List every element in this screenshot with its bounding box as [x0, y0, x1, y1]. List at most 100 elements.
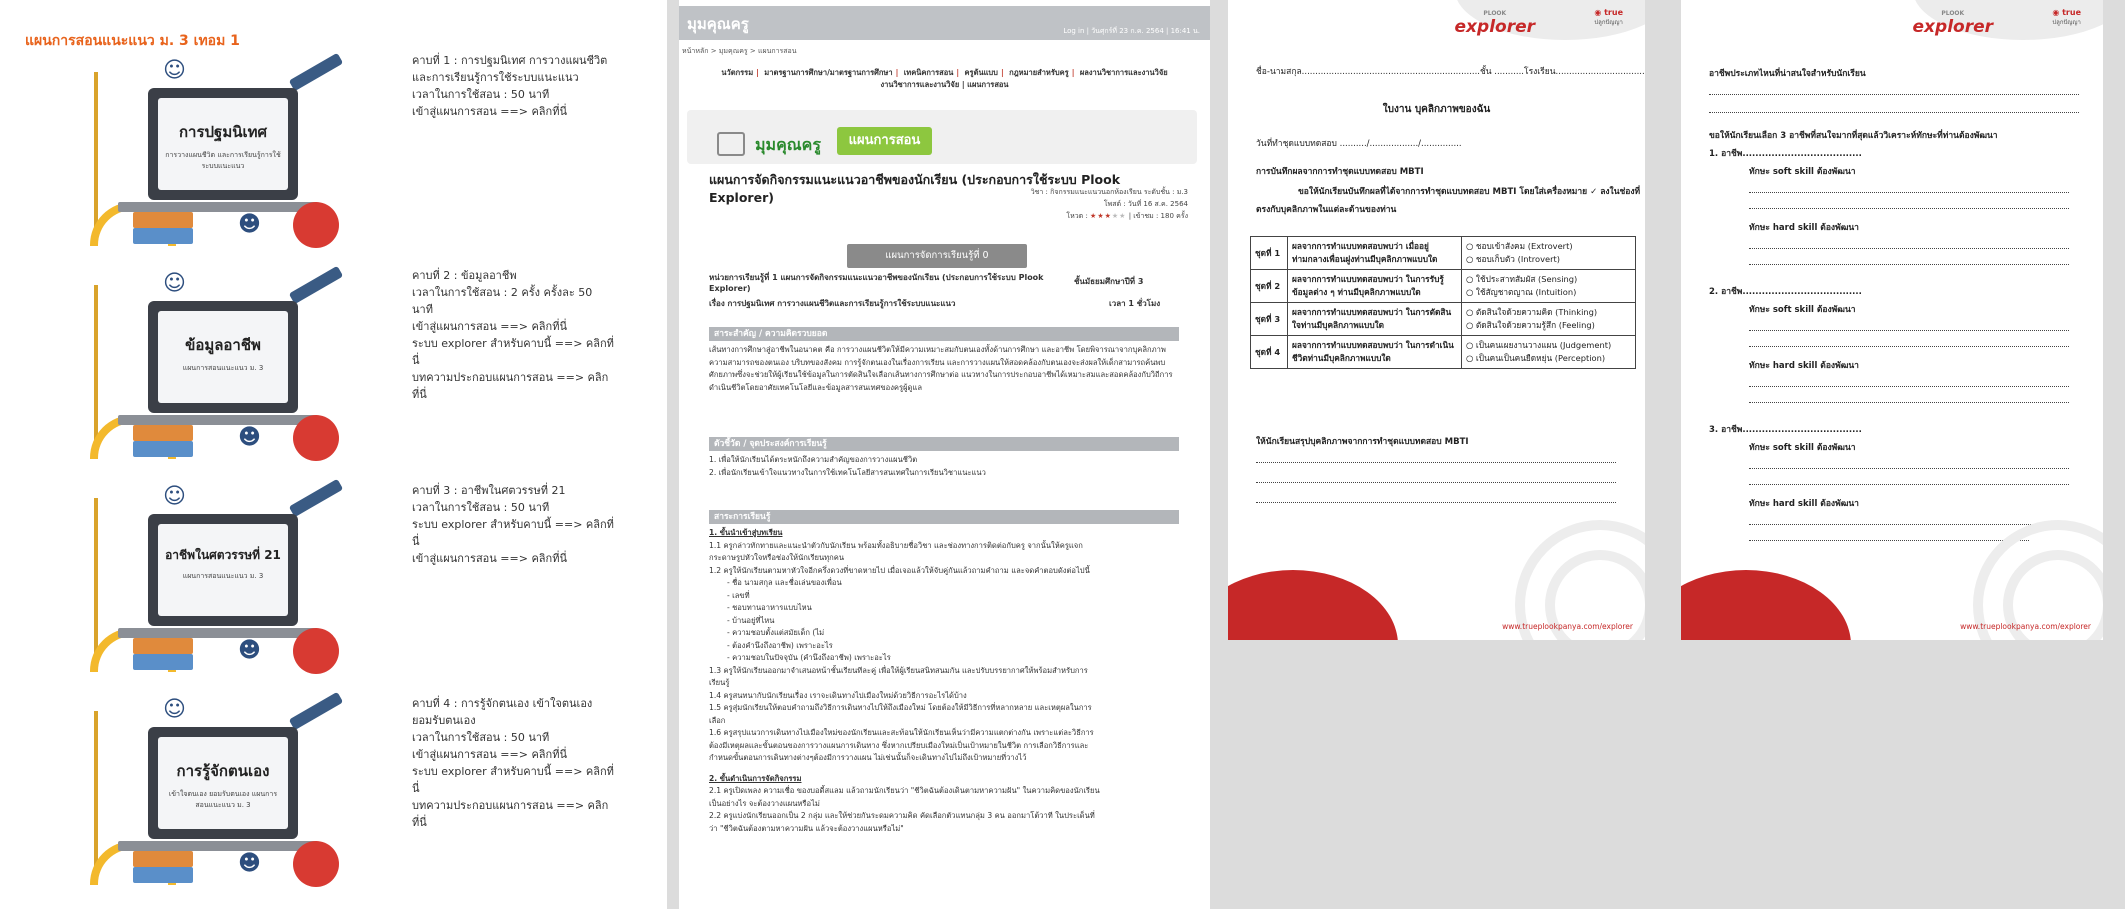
lesson-plan-link[interactable]: เข้าสู่แผนการสอน ==> คลิกที่นี่: [412, 103, 652, 120]
answer-line[interactable]: [1749, 484, 2069, 485]
apple-icon: [293, 202, 339, 248]
step-line: 1.6 ครูสรุปแนวการเดินทางไปเมืองใหม่ของนั…: [709, 728, 1094, 737]
answer-line[interactable]: [1749, 248, 2069, 249]
question-cell: ผลจากการทำแบบทดสอบพบว่า ในการตัดสินใจท่า…: [1287, 302, 1462, 336]
step-line: เป็นอย่างไร จะต้องวางแผนหรือไม่: [709, 798, 820, 808]
answer-line[interactable]: [1749, 346, 2069, 347]
apple-icon: [293, 415, 339, 461]
option-a[interactable]: ○ ตัดสินใจด้วยความคิด (Thinking): [1466, 306, 1631, 319]
step-line: - ต้องคำนึงถึงอาชีพ) เพราะอะไร: [727, 640, 833, 650]
answer-line[interactable]: [1256, 482, 1616, 483]
explorer-link[interactable]: ระบบ explorer สำหรับคาบนี้ ==> คลิกที่: [412, 335, 652, 352]
star-icon[interactable]: ★: [1105, 212, 1112, 220]
lesson-plan-link[interactable]: เข้าสู่แผนการสอน ==> คลิกที่นี่: [412, 550, 652, 567]
reading-student-icon: ☻: [238, 425, 261, 450]
cover-subtitle: การวางแผนชีวิต และการเรียนรู้การใช้ระบบแ…: [165, 151, 281, 170]
answer-line[interactable]: [1709, 94, 2079, 95]
table-row: ชุดที่ 1 ผลจากการทำแบบทดสอบพบว่า เมื่ออย…: [1250, 236, 1636, 270]
concept-text: เส้นทางการศึกษาสู่อาชีพในอนาคต คือ การวา…: [709, 345, 1173, 392]
true-logo-icon: ◉: [2052, 8, 2060, 17]
explorer-link-cont[interactable]: นี่: [412, 352, 652, 369]
answer-line[interactable]: [1749, 208, 2069, 209]
mbti-result-table: ชุดที่ 1 ผลจากการทำแบบทดสอบพบว่า เมื่ออย…: [1250, 236, 1636, 369]
footer-url[interactable]: www.trueplookpanya.com/explorer: [1960, 622, 2091, 631]
lesson-plan-link[interactable]: เข้าสู่แผนการสอน ==> คลิกที่นี่: [412, 318, 652, 335]
lesson-title: คาบที่ 1 : การปฐมนิเทศ การวางแผนชีวิต: [412, 54, 608, 67]
nav-item[interactable]: มาตรฐานการศึกษา/มาตรฐานการศึกษา: [764, 68, 892, 77]
cover-title: อาชีพในศตวรรษที่ 21: [165, 548, 281, 562]
nav-item[interactable]: นวัตกรรม: [721, 68, 753, 77]
answer-line[interactable]: [1749, 330, 2069, 331]
nav-item[interactable]: งานวิชาการและงานวิจัย | แผนการสอน: [880, 80, 1008, 89]
lesson-cover-image[interactable]: ☺ การรู้จักตนเอง เข้าใจตนเอง ยอมรับตนเอง…: [88, 691, 348, 896]
lesson-info: คาบที่ 4 : การรู้จักตนเอง เข้าใจตนเอง ยอ…: [412, 695, 652, 831]
cover-subtitle: เข้าใจตนเอง ยอมรับตนเอง แผนการสอนแนะแนว …: [168, 790, 278, 809]
option-b[interactable]: ○ ตัดสินใจด้วยความรู้สึก (Feeling): [1466, 319, 1631, 332]
answer-line[interactable]: [1749, 192, 2069, 193]
breadcrumb[interactable]: หน้าหลัก > มุมคุณครู > แผนการสอน: [682, 46, 797, 57]
lesson-title: คาบที่ 2 : ข้อมูลอาชีพ: [412, 269, 517, 282]
star-icon[interactable]: ★: [1097, 212, 1104, 220]
nav-item[interactable]: เทคนิคการสอน: [904, 68, 954, 77]
answer-line[interactable]: [1749, 468, 2069, 469]
header-login-date[interactable]: Log in | วันศุกร์ที่ 23 ก.ค. 2564 | 16:4…: [1063, 26, 1200, 37]
lesson-plan-webpage: มุมคุณครู Log in | วันศุกร์ที่ 23 ก.ค. 2…: [679, 0, 1210, 909]
answer-line[interactable]: [1256, 502, 1616, 503]
answer-line[interactable]: [1256, 462, 1616, 463]
lesson-number-button[interactable]: แผนการจัดการเรียนรู้ที่ 0: [847, 244, 1027, 268]
lesson-title: คาบที่ 4 : การรู้จักตนเอง เข้าใจตนเอง: [412, 697, 593, 710]
lesson-card: ☺ การปฐมนิเทศ การวางแผนชีวิต และการเรียน…: [0, 52, 667, 262]
article-link[interactable]: บทความประกอบแผนการสอน ==> คลิก: [412, 797, 652, 814]
option-b[interactable]: ○ เป็นคนเป็นคนยืดหยุ่น (Perception): [1466, 352, 1631, 365]
worksheet-career-skills: PLOOK explorer ◉ true ปลูกปัญญา อาชีพประเภ…: [1681, 0, 2103, 640]
lesson-cover-image[interactable]: ☺ อาชีพในศตวรรษที่ 21 แผนการสอนแนะแนว ม.…: [88, 478, 348, 683]
explorer-link-cont[interactable]: นี่: [412, 533, 652, 550]
rating-stars[interactable]: ★★★★★: [1090, 212, 1126, 220]
name-line: ชื่อ-นามสกุล............................…: [1256, 67, 1645, 77]
explorer-link[interactable]: ระบบ explorer สำหรับคาบนี้ ==> คลิกที่: [412, 763, 652, 780]
site-name[interactable]: มุมคุณครู: [687, 12, 749, 36]
meta-subject: วิชา : กิจกรรมแนะแนวนอกห้องเรียน ระดับชั…: [1030, 188, 1188, 196]
record-heading: การบันทึกผลจากการทำชุดแบบทดสอบ MBTI: [1256, 167, 1424, 177]
lesson-cover-image[interactable]: ☺ การปฐมนิเทศ การวางแผนชีวิต และการเรียน…: [88, 52, 348, 257]
nav-item[interactable]: กฎหมายสำหรับครู: [1009, 68, 1069, 77]
lesson-list-panel: แผนการสอนแนะแนว ม. 3 เทอม 1 ☺ การปฐมนิเท…: [0, 0, 667, 909]
option-b[interactable]: ○ ใช้สัญชาตญาณ (Intuition): [1466, 286, 1631, 299]
option-a[interactable]: ○ ใช้ประสาทสัมผัส (Sensing): [1466, 273, 1631, 286]
nav-item[interactable]: ผลงานวิชาการและงานวิจัย: [1080, 68, 1168, 77]
set-number: ชุดที่ 4: [1250, 335, 1288, 369]
step-line: - ชื่อ นามสกุล และชื่อเล่นของเพื่อน: [727, 578, 842, 587]
answer-line[interactable]: [1709, 112, 2079, 113]
lesson-duration: เวลาในการใช้สอน : 2 ครั้ง ครั้งละ 50: [412, 286, 593, 299]
site-header: มุมคุณครู Log in | วันศุกร์ที่ 23 ก.ค. 2…: [679, 6, 1210, 40]
option-a[interactable]: ○ เป็นคนเผยงานวางแผน (Judgement): [1466, 339, 1631, 352]
article-link-cont[interactable]: ที่นี่: [412, 814, 652, 831]
step-line: กระดาษรูปหัวใจหรือช่องให้นักเรียนทุกคน: [709, 553, 845, 562]
question-2: ขอให้นักเรียนเลือก 3 อาชีพที่สนใจมากที่ส…: [1709, 131, 1998, 141]
nav-item[interactable]: ครูต้นแบบ: [965, 68, 998, 77]
lesson-plan-link[interactable]: เข้าสู่แผนการสอน ==> คลิกที่นี่: [412, 746, 652, 763]
answer-line[interactable]: [1749, 402, 2069, 403]
answer-line[interactable]: [1749, 386, 2069, 387]
answer-line[interactable]: [1749, 264, 2069, 265]
explorer-link[interactable]: ระบบ explorer สำหรับคาบนี้ ==> คลิกที่: [412, 516, 652, 533]
views-count: | เข้าชม : 180 ครั้ง: [1128, 212, 1188, 220]
lesson-cover-image[interactable]: ☺ ข้อมูลอาชีพ แผนการสอนแนะแนว ม. 3 ☻: [88, 265, 348, 470]
summary-heading: ให้นักเรียนสรุปบุคลิกภาพจากการทำชุดแบบทด…: [1256, 437, 1469, 447]
step-line: เลือก: [709, 715, 726, 725]
true-logo: ◉ true ปลูกปัญญา: [1594, 8, 1623, 26]
answer-line[interactable]: [1749, 524, 2069, 525]
answer-line[interactable]: [1749, 540, 2029, 541]
option-a[interactable]: ○ ชอบเข้าสังคม (Extrovert): [1466, 240, 1631, 253]
article-link-cont[interactable]: ที่นี่: [412, 386, 652, 403]
hard-skill-label: ทักษะ hard skill ต้องพัฒนา: [1749, 361, 1859, 371]
table-row: ชุดที่ 4 ผลจากการทำแบบทดสอบพบว่า ในการดำ…: [1250, 335, 1636, 369]
star-icon[interactable]: ★: [1119, 212, 1126, 220]
footer-url[interactable]: www.trueplookpanya.com/explorer: [1502, 622, 1633, 631]
lesson-duration: เวลาในการใช้สอน : 50 นาที: [412, 731, 550, 744]
reading-student-icon: ☻: [238, 638, 261, 663]
option-b[interactable]: ○ ชอบเก็บตัว (Introvert): [1466, 253, 1631, 266]
article-link[interactable]: บทความประกอบแผนการสอน ==> คลิก: [412, 369, 652, 386]
explorer-link-cont[interactable]: นี่: [412, 780, 652, 797]
table-row: ชุดที่ 2 ผลจากการทำแบบทดสอบพบว่า ในการรั…: [1250, 269, 1636, 303]
